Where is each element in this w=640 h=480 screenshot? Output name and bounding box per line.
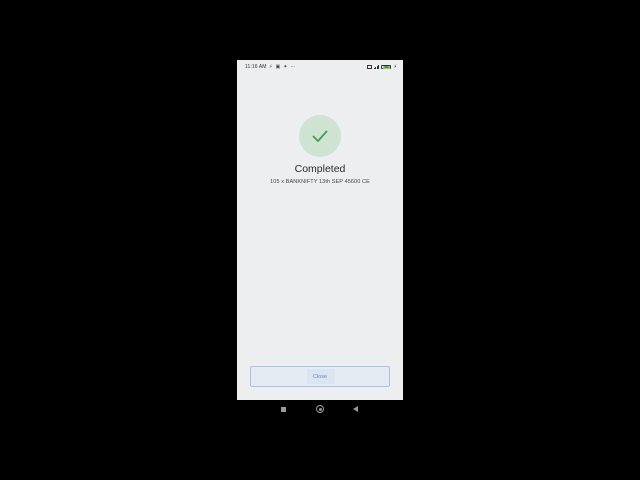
more-dots-icon: ⋯: [290, 64, 296, 70]
android-nav-bar: [237, 400, 403, 420]
order-description: 105 x BANKNIFTY 13th SEP 45600 CE: [270, 179, 370, 185]
signal-icon: [373, 65, 380, 69]
back-icon[interactable]: [353, 406, 358, 412]
status-system-icons: 86 ⚡: [366, 64, 397, 70]
close-button-label: Close: [312, 373, 328, 380]
battery-level: 86: [384, 64, 389, 69]
status-title: Completed: [294, 163, 346, 175]
vpn-key-icon: ✦: [283, 64, 288, 70]
success-badge: [299, 115, 341, 157]
video-frame: 11:16 AM ⚡ ▣ ✦ ⋯ 86 ⚡ Completed 105 x BA…: [0, 0, 640, 480]
phone-screen: 11:16 AM ⚡ ▣ ✦ ⋯ 86 ⚡ Completed 105 x BA…: [237, 60, 403, 400]
status-time: 11:16 AM: [245, 64, 267, 70]
charging-icon: ⚡: [393, 64, 397, 70]
close-button[interactable]: Close: [250, 366, 390, 387]
check-icon: [312, 130, 328, 142]
charging-bolt-icon: ⚡: [269, 64, 273, 70]
sim-icon: [366, 65, 372, 69]
photo-icon: ▣: [275, 64, 281, 70]
home-icon[interactable]: [316, 405, 324, 413]
battery-icon: 86: [381, 64, 392, 70]
status-notification-icons: ⚡ ▣ ✦ ⋯: [269, 64, 295, 70]
recents-icon[interactable]: [281, 407, 286, 412]
status-bar: 11:16 AM ⚡ ▣ ✦ ⋯ 86 ⚡: [237, 60, 403, 74]
